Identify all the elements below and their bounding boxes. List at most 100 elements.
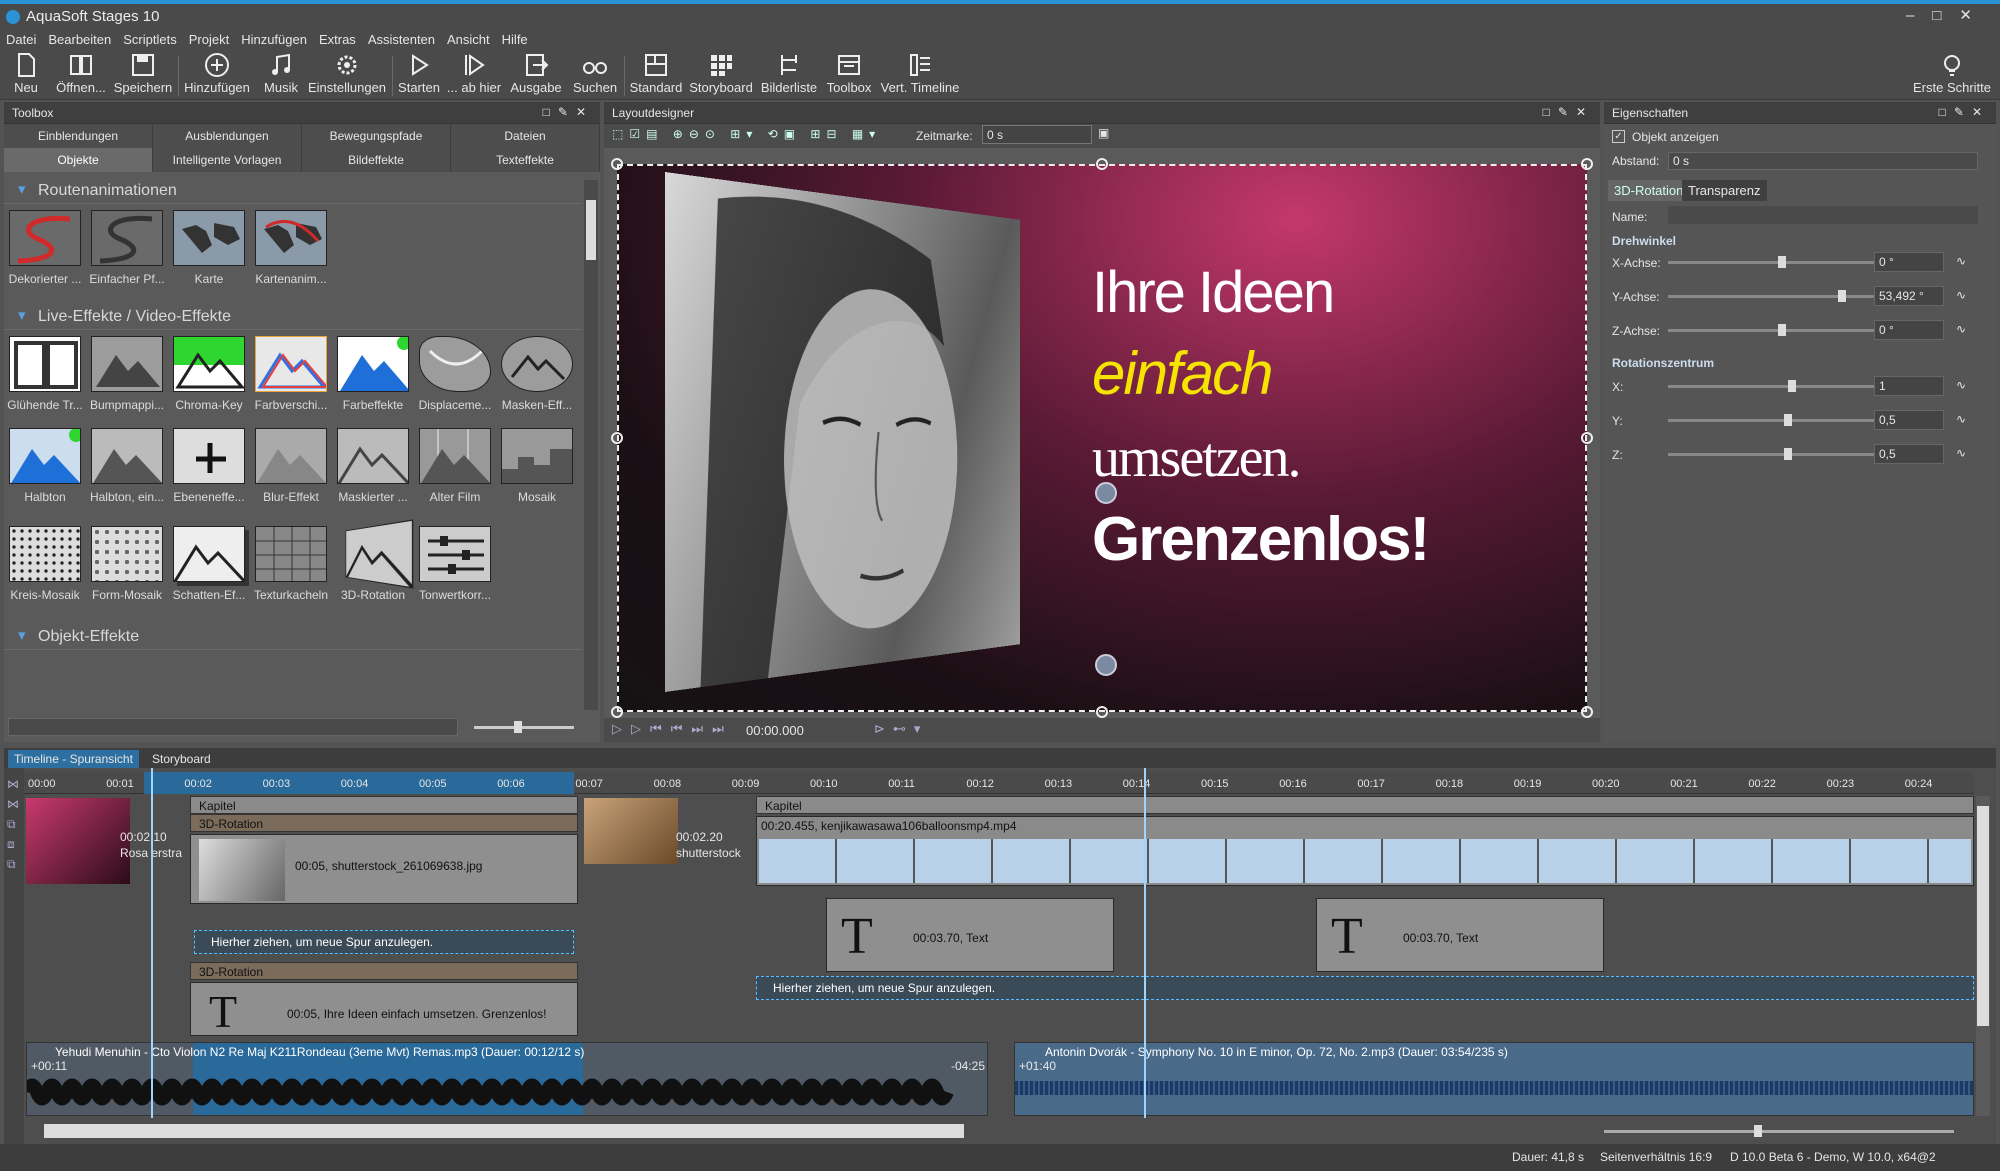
menu-hilfe[interactable]: Hilfe	[496, 30, 534, 47]
audio-track-2[interactable]: Antonin Dvorák - Symphony No. 10 in E mi…	[1014, 1042, 1974, 1116]
vert-timeline-button[interactable]: Vert. Timeline	[878, 52, 962, 98]
photo-clip-thumbnail[interactable]	[584, 798, 678, 864]
toolbox-search-input[interactable]	[8, 718, 458, 736]
item-halbton[interactable]: Halbton	[6, 428, 84, 504]
item-alter-film[interactable]: Alter Film	[416, 428, 494, 504]
curve-icon[interactable]: ∿	[1956, 254, 1966, 268]
panel-window-controls[interactable]: □✎✕	[1543, 105, 1594, 119]
menu-ansicht[interactable]: Ansicht	[441, 30, 496, 47]
item-texturkacheln[interactable]: Texturkacheln	[252, 526, 330, 602]
text-clip-3[interactable]: T 00:03.70, Text	[1316, 898, 1604, 972]
tab-dateien[interactable]: Dateien	[451, 124, 600, 148]
tab-ausblendungen[interactable]: Ausblendungen	[153, 124, 302, 148]
tab-storyboard[interactable]: Storyboard	[146, 750, 217, 768]
item-blur-effekt[interactable]: Blur-Effekt	[252, 428, 330, 504]
curve-icon[interactable]: ∿	[1956, 288, 1966, 302]
x-achse-value-input[interactable]: 0 °	[1874, 252, 1944, 272]
item-farbeffekte[interactable]: Farbeffekte	[334, 336, 412, 412]
toolbox-view-button[interactable]: Toolbox	[824, 52, 874, 98]
resize-handle[interactable]	[611, 706, 623, 718]
zoom-slider-knob[interactable]	[514, 721, 522, 733]
maximize-icon[interactable]: □	[1932, 7, 1959, 24]
resize-handle[interactable]	[611, 158, 623, 170]
first-steps-button[interactable]: Erste Schritte	[1910, 52, 1994, 98]
minimize-icon[interactable]: –	[1906, 7, 1932, 24]
slider-knob[interactable]	[1784, 448, 1792, 460]
slider-knob[interactable]	[1778, 324, 1786, 336]
zoom-knob[interactable]	[1754, 1125, 1762, 1137]
tab-transparenz[interactable]: Transparenz	[1682, 180, 1767, 201]
clip-rose-thumbnail[interactable]	[26, 798, 130, 884]
category-objekt-effekte[interactable]: Objekt-Effekte	[4, 624, 582, 650]
curve-icon[interactable]: ∿	[1956, 412, 1966, 426]
resize-handle[interactable]	[1581, 158, 1593, 170]
item-chroma-key[interactable]: Chroma-Key	[170, 336, 248, 412]
video-clip[interactable]: 00:20.455, kenjikawasawa106balloonsmp4.m…	[756, 816, 1974, 886]
text-clip[interactable]: T 00:05, Ihre Ideen einfach umsetzen. Gr…	[190, 982, 578, 1037]
item-dekorierter-pfad[interactable]: Dekorierter ...	[6, 210, 84, 286]
drop-zone-2[interactable]: Hierher ziehen, um neue Spur anzulegen.	[756, 976, 1974, 1000]
center-y-input[interactable]: 0,5	[1874, 410, 1944, 430]
start-here-button[interactable]: ... ab hier	[446, 52, 502, 98]
playback-extra-icons[interactable]: ⊳⊷▾	[874, 721, 928, 737]
timeline-ruler[interactable]: 00:00 00:01 00:02 00:03 00:04 00:05 00:06 00:07…	[24, 772, 1974, 794]
center-z-input[interactable]: 0,5	[1874, 444, 1944, 464]
tab-texteffekte[interactable]: Texteffekte	[451, 148, 600, 172]
playhead[interactable]	[1144, 768, 1146, 1118]
timeline-side-tools[interactable]: ⋈ ⋈ ⧉ ⧈ ⧉	[4, 768, 24, 1144]
item-masken-effekt[interactable]: Masken-Eff...	[498, 336, 576, 412]
item-ebeneneffekt[interactable]: Ebeneneffe...	[170, 428, 248, 504]
rotation-handle[interactable]	[1095, 482, 1117, 504]
tab-einblendungen[interactable]: Einblendungen	[4, 124, 153, 148]
z-achse-slider[interactable]	[1668, 324, 1878, 336]
abstand-input[interactable]: 0 s	[1668, 152, 1978, 170]
slider-knob[interactable]	[1838, 290, 1846, 302]
timeline-vertical-scrollbar[interactable]	[1976, 796, 1990, 1116]
open-button[interactable]: Öffnen...	[52, 52, 110, 98]
new-button[interactable]: Neu	[6, 52, 46, 98]
tab-intelligente-vorlagen[interactable]: Intelligente Vorlagen	[153, 148, 302, 172]
resize-handle[interactable]	[611, 432, 623, 444]
item-form-mosaik[interactable]: Form-Mosaik	[88, 526, 166, 602]
curve-icon[interactable]: ∿	[1956, 378, 1966, 392]
item-einfacher-pfad[interactable]: Einfacher Pf...	[88, 210, 166, 286]
panel-window-controls[interactable]: □✎✕	[543, 105, 594, 119]
tab-3d-rotation[interactable]: 3D-Rotation	[1608, 180, 1690, 201]
z-achse-value-input[interactable]: 0 °	[1874, 320, 1944, 340]
start-button[interactable]: Starten	[396, 52, 442, 98]
category-routenanimationen[interactable]: Routenanimationen	[4, 178, 582, 204]
resize-handle[interactable]	[1096, 158, 1108, 170]
slider-knob[interactable]	[1788, 380, 1796, 392]
menu-hinzufuegen[interactable]: Hinzufügen	[235, 30, 313, 47]
rotation-handle[interactable]	[1095, 654, 1117, 676]
name-input[interactable]	[1668, 206, 1978, 224]
slide-preview-canvas[interactable]: Ihre Ideen einfach umsetzen. Grenzenlos!	[617, 164, 1587, 712]
menu-bearbeiten[interactable]: Bearbeiten	[42, 30, 117, 47]
3d-rotation-bar[interactable]: 3D-Rotation	[190, 814, 578, 832]
menu-projekt[interactable]: Projekt	[183, 30, 235, 47]
category-live-effekte[interactable]: Live-Effekte / Video-Effekte	[4, 304, 582, 330]
chapter-bar[interactable]: Kapitel	[190, 796, 578, 814]
tab-bewegungspfade[interactable]: Bewegungspfade	[302, 124, 451, 148]
center-y-slider[interactable]	[1668, 414, 1878, 426]
scrollbar-thumb[interactable]	[586, 200, 596, 260]
text-clip-2[interactable]: T 00:03.70, Text	[826, 898, 1114, 972]
tab-bildeffekte[interactable]: Bildeffekte	[302, 148, 451, 172]
menu-scriptlets[interactable]: Scriptlets	[117, 30, 182, 47]
image-list-button[interactable]: Bilderliste	[758, 52, 820, 98]
menu-assistenten[interactable]: Assistenten	[362, 30, 441, 47]
show-object-checkbox[interactable]: ✓	[1612, 130, 1625, 143]
3d-rotation-bar-2[interactable]: 3D-Rotation	[190, 962, 578, 980]
scrollbar-thumb[interactable]	[1977, 806, 1989, 1026]
timeline-horizontal-scrollbar[interactable]	[44, 1124, 964, 1138]
item-3d-rotation[interactable]: 3D-Rotation	[334, 519, 414, 602]
timeline-zoom-slider[interactable]	[1604, 1125, 1954, 1137]
menu-datei[interactable]: Datei	[0, 30, 42, 47]
item-kreis-mosaik[interactable]: Kreis-Mosaik	[6, 526, 84, 602]
toolbox-zoom-slider[interactable]	[474, 721, 574, 733]
drop-zone-1[interactable]: Hierher ziehen, um neue Spur anzulegen.	[194, 930, 574, 954]
save-button[interactable]: Speichern	[112, 52, 174, 98]
item-halbton-einfach[interactable]: Halbton, ein...	[88, 428, 166, 504]
rotated-photo[interactable]	[665, 172, 1021, 692]
item-farbverschiebung[interactable]: Farbverschi...	[252, 336, 330, 412]
